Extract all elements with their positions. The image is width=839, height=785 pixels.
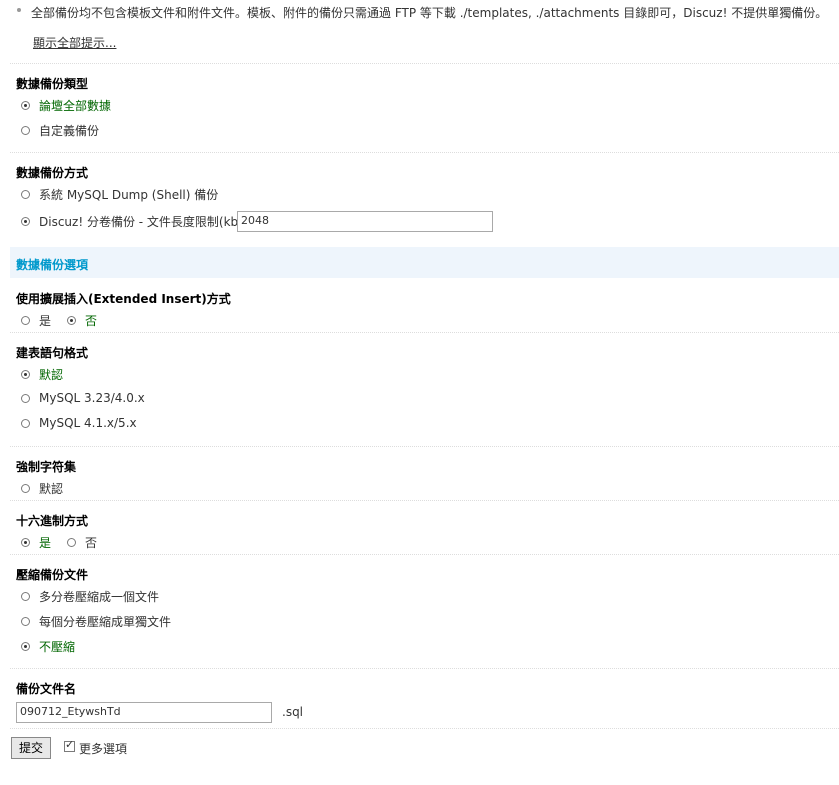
extended-insert-yes-radio[interactable]: 是 bbox=[21, 312, 51, 329]
radio-icon[interactable] bbox=[21, 190, 30, 199]
radio-label: 是 bbox=[39, 314, 52, 328]
divider bbox=[10, 554, 839, 555]
radio-icon[interactable] bbox=[21, 370, 30, 379]
section-title: 數據備份選項 bbox=[16, 258, 89, 272]
radio-icon[interactable] bbox=[67, 316, 76, 325]
radio-icon[interactable] bbox=[21, 592, 30, 601]
tip-bullet bbox=[17, 8, 21, 12]
radio-icon[interactable] bbox=[21, 126, 30, 135]
radio-icon[interactable] bbox=[21, 217, 30, 226]
radio-label: 多分卷壓縮成一個文件 bbox=[39, 590, 160, 604]
sql-format-default-radio[interactable]: 默認 bbox=[21, 366, 63, 383]
size-limit-input[interactable]: 2048 bbox=[237, 211, 493, 232]
radio-icon[interactable] bbox=[21, 484, 30, 493]
hex-title: 十六進制方式 bbox=[16, 514, 89, 528]
radio-label: 默認 bbox=[39, 482, 64, 496]
backup-method-mysqldump-radio[interactable]: 系統 MySQL Dump (Shell) 備份 bbox=[21, 186, 218, 203]
radio-label: 每個分卷壓縮成單獨文件 bbox=[39, 615, 172, 629]
extended-insert-no-radio[interactable]: 否 bbox=[67, 312, 97, 329]
radio-label: Discuz! 分卷備份 - 文件長度限制(kb) bbox=[39, 215, 243, 229]
backup-method-title: 數據備份方式 bbox=[16, 166, 89, 180]
radio-icon[interactable] bbox=[21, 418, 30, 428]
radio-icon[interactable] bbox=[21, 101, 30, 110]
charset-default-radio[interactable]: 默認 bbox=[21, 480, 63, 497]
show-all-tips-link[interactable]: 顯示全部提示... bbox=[33, 34, 116, 51]
radio-label: MySQL 4.1.x/5.x bbox=[39, 416, 137, 430]
divider bbox=[10, 728, 839, 729]
backup-type-custom-radio[interactable]: 自定義備份 bbox=[21, 122, 99, 139]
tip-text: 全部備份均不包含模板文件和附件文件。模板、附件的備份只需通過 FTP 等下載 .… bbox=[31, 6, 828, 20]
sql-format-mysql41-radio[interactable]: MySQL 4.1.x/5.x bbox=[21, 416, 137, 430]
radio-label: 默認 bbox=[39, 368, 64, 382]
backup-method-multivol-radio[interactable]: Discuz! 分卷備份 - 文件長度限制(kb) bbox=[21, 213, 243, 230]
radio-label: 否 bbox=[85, 536, 98, 550]
divider bbox=[10, 332, 839, 333]
hex-no-radio[interactable]: 否 bbox=[67, 534, 97, 551]
compress-title: 壓縮備份文件 bbox=[16, 568, 89, 582]
submit-button[interactable]: 提交 bbox=[11, 737, 51, 759]
compress-none-radio[interactable]: 不壓縮 bbox=[21, 638, 75, 655]
radio-label: 論壇全部數據 bbox=[39, 99, 112, 113]
sql-format-title: 建表語句格式 bbox=[16, 346, 89, 360]
radio-label: MySQL 3.23/4.0.x bbox=[39, 391, 145, 405]
divider bbox=[10, 446, 839, 447]
extended-insert-title: 使用擴展插入(Extended Insert)方式 bbox=[16, 292, 231, 306]
divider bbox=[10, 63, 839, 64]
filename-input[interactable]: 090712_EtywshTd bbox=[16, 702, 272, 723]
divider bbox=[10, 500, 839, 501]
hex-yes-radio[interactable]: 是 bbox=[21, 534, 51, 551]
compress-single-file-radio[interactable]: 多分卷壓縮成一個文件 bbox=[21, 588, 159, 605]
more-options-label: 更多選項 bbox=[79, 742, 128, 756]
radio-label: 否 bbox=[85, 314, 98, 328]
compress-each-volume-radio[interactable]: 每個分卷壓縮成單獨文件 bbox=[21, 613, 171, 630]
sql-format-mysql323-radio[interactable]: MySQL 3.23/4.0.x bbox=[21, 391, 145, 405]
filename-extension: .sql bbox=[282, 705, 304, 719]
backup-type-all-radio[interactable]: 論壇全部數據 bbox=[21, 97, 111, 114]
filename-title: 備份文件名 bbox=[16, 682, 77, 696]
radio-icon[interactable] bbox=[21, 393, 30, 403]
radio-label: 系統 MySQL Dump (Shell) 備份 bbox=[39, 188, 219, 202]
radio-icon[interactable] bbox=[21, 316, 30, 325]
charset-title: 強制字符集 bbox=[16, 460, 77, 474]
backup-type-title: 數據備份類型 bbox=[16, 77, 89, 91]
radio-label: 自定義備份 bbox=[39, 124, 100, 138]
radio-label: 不壓縮 bbox=[39, 640, 76, 654]
radio-icon[interactable] bbox=[21, 538, 30, 547]
radio-label: 是 bbox=[39, 536, 52, 550]
radio-icon[interactable] bbox=[67, 538, 76, 547]
radio-icon[interactable] bbox=[21, 617, 30, 626]
section-header bbox=[10, 247, 839, 278]
divider bbox=[10, 668, 839, 669]
divider bbox=[10, 152, 839, 153]
radio-icon[interactable] bbox=[21, 642, 30, 651]
more-options-checkbox[interactable] bbox=[64, 738, 75, 752]
